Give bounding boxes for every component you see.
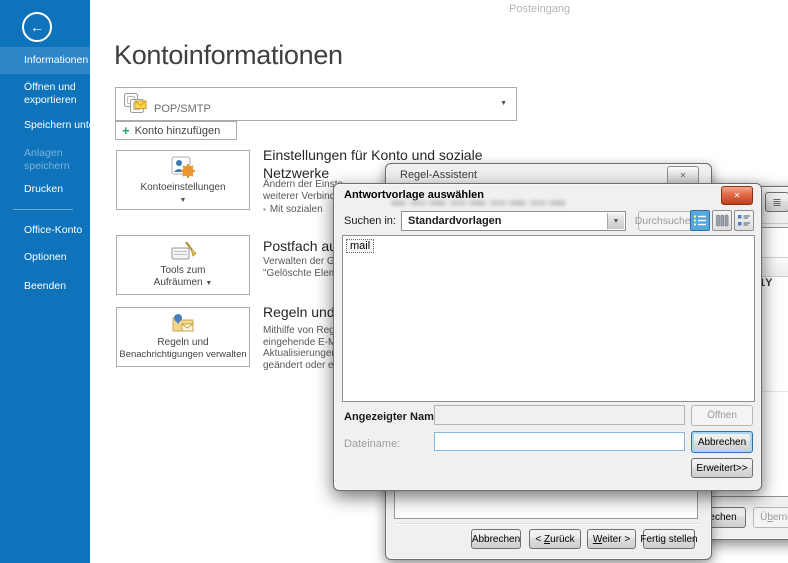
rules-wizard-finish-button[interactable]: Fertig stellen (643, 529, 695, 549)
rules-wizard-cancel-button[interactable]: Abbrechen (471, 529, 521, 549)
chevron-down-icon: ▼ (613, 218, 620, 225)
rules-wizard-back-label: < Zurück (535, 534, 574, 545)
close-icon: ✕ (680, 171, 687, 180)
sidebar-item-beenden[interactable]: Beenden (0, 280, 90, 293)
backstage-sidebar: ← Informationen Öffnen und exportieren S… (0, 0, 90, 563)
social-network-bullet-icon: ▪ (263, 206, 266, 214)
back-arrow-icon: ← (30, 19, 44, 35)
search-in-label: Suchen in: (344, 215, 396, 227)
sidebar-item-office-konto[interactable]: Office-Konto (0, 224, 90, 237)
search-in-value: Standardvorlagen (408, 215, 502, 227)
section-body-rules: Mithilfe von Rege eingehende E-Ma Aktual… (263, 325, 342, 371)
rules-wizard-back-button[interactable]: < Zurück (529, 529, 581, 549)
view-tree-button[interactable] (734, 210, 754, 231)
template-dialog-cancel-button[interactable]: Abbrechen (691, 431, 753, 453)
back-pre: < (535, 534, 544, 545)
rules-alerts-label-line2: Benachrichtigungen verwalten (117, 349, 249, 361)
rules-wizard-finish-label: Fertig stellen (640, 534, 697, 545)
section-body-rules-line1: Mithilfe von Rege (263, 325, 342, 337)
columns-view-icon (715, 214, 729, 227)
section-body-account: Ändern der Einste weiterer Verbindu ▪ Mi… (263, 179, 343, 216)
section-body-mailbox-line1: Verwalten der Grö (263, 256, 344, 268)
advanced-label: Erweitert>> (696, 463, 747, 474)
plus-icon: + (122, 125, 130, 136)
sidebar-item-speichern-unter[interactable]: Speichern unter (0, 119, 90, 132)
section-body-rules-line4: geändert oder ent (263, 360, 342, 372)
cleanup-tools-label-line1: Tools zum (117, 265, 249, 277)
cleanup-tools-label-line2: Aufräumen ▼ (117, 277, 249, 290)
add-account-button[interactable]: + Konto hinzufügen (115, 121, 237, 140)
back-button[interactable]: ← (22, 12, 52, 42)
section-body-account-line2: weiterer Verbindu (263, 191, 343, 203)
next-accel: W (593, 534, 602, 545)
rules-alerts-label-line1: Regeln und (117, 337, 249, 349)
section-body-rules-line2: eingehende E-Ma (263, 337, 342, 349)
list-icon: ≣ (772, 196, 781, 209)
account-type-icon (122, 91, 148, 117)
section-heading-rules: Regeln und (263, 303, 335, 321)
dropdown-arrow-button[interactable]: ▼ (607, 213, 624, 229)
cleanup-tools-icon (169, 240, 197, 262)
cleanup-tools-label-line2-text: Aufräumen (154, 277, 203, 288)
template-dialog-close-button[interactable]: ✕ (721, 186, 753, 205)
open-button: Öffnen (691, 405, 753, 426)
rules-wizard-title: Regel-Assistent (400, 169, 477, 181)
rules-wizard-cancel-label: Abbrechen (472, 534, 520, 545)
section-heading-mailbox: Postfach au (263, 237, 337, 255)
page-title: Kontoinformationen (114, 40, 343, 71)
redacted-text (391, 200, 567, 206)
behind-window-title: Posteingang (509, 3, 570, 15)
rules-dialog-apply-button: Übernehmen (753, 507, 788, 528)
view-columns-button[interactable] (712, 210, 732, 231)
account-caret-down-icon: ▼ (500, 100, 507, 107)
account-settings-button[interactable]: Kontoeinstellungen ▼ (116, 150, 250, 210)
cleanup-tools-caret-icon: ▼ (205, 280, 212, 287)
cleanup-tools-button[interactable]: Tools zum Aufräumen ▼ (116, 235, 250, 295)
details-view-icon (693, 214, 707, 227)
file-name-label: Dateiname: (344, 438, 400, 450)
list-item-mail[interactable]: mail (346, 239, 374, 253)
account-settings-label: Kontoeinstellungen (117, 182, 249, 194)
apply-rest: ernehmen (773, 512, 788, 523)
account-settings-icon (169, 155, 197, 179)
rules-alerts-icon (169, 312, 197, 334)
next-rest: eiter > (602, 534, 630, 545)
rules-dialog-apply-label: Übernehmen (760, 512, 788, 523)
rules-wizard-next-label: Weiter > (593, 534, 630, 545)
close-icon: ✕ (734, 191, 741, 200)
template-list[interactable]: mail (342, 235, 755, 402)
sidebar-item-drucken[interactable]: Drucken (0, 183, 90, 196)
select-reply-template-dialog: Antwortvorlage auswählen ✕ Suchen in: St… (333, 183, 762, 491)
sidebar-item-informationen[interactable]: Informationen (0, 47, 90, 74)
display-name-label: Angezeigter Name: (344, 411, 444, 423)
open-label: Öffnen (707, 410, 737, 421)
search-in-dropdown[interactable]: Standardvorlagen ▼ (401, 211, 626, 231)
account-dropdown[interactable]: POP/SMTP ▼ (115, 87, 517, 121)
tree-view-icon (737, 214, 751, 227)
sidebar-item-oeffnen-und-exportieren[interactable]: Öffnen und exportieren (0, 81, 90, 106)
sidebar-item-anlagen-speichern: Anlagen speichern (0, 147, 90, 172)
section-body-account-line1: Ändern der Einste (263, 179, 343, 191)
section-body-account-bullet-text: Mit sozialen (270, 204, 323, 216)
add-account-label: Konto hinzufügen (135, 125, 221, 137)
section-body-mailbox: Verwalten der Grö "Gelöschte Eleme (263, 256, 344, 279)
outlook-backstage-view: Posteingang ← Informationen Öffnen und e… (0, 0, 788, 563)
view-details-button[interactable] (690, 210, 710, 231)
template-dialog-cancel-label: Abbrechen (698, 437, 746, 448)
rules-dialog-toolbar-button[interactable]: ≣ (765, 192, 788, 212)
advanced-button[interactable]: Erweitert>> (691, 458, 753, 478)
sidebar-divider (13, 209, 73, 210)
account-type-label: POP/SMTP (154, 103, 211, 115)
back-rest: urück (550, 534, 574, 545)
rules-alerts-button[interactable]: Regeln und Benachrichtigungen verwalten (116, 307, 250, 367)
display-name-input (434, 405, 685, 425)
section-body-mailbox-line2: "Gelöschte Eleme (263, 268, 344, 280)
rules-wizard-next-button[interactable]: Weiter > (587, 529, 636, 549)
file-name-input[interactable] (434, 432, 685, 451)
sidebar-item-optionen[interactable]: Optionen (0, 251, 90, 264)
account-settings-caret-icon: ▼ (180, 197, 187, 204)
rules-wizard-separator (396, 523, 701, 524)
section-heading-account-line1: Einstellungen für Konto und soziale (263, 146, 482, 164)
section-body-rules-line3: Aktualisierungen (263, 348, 342, 360)
